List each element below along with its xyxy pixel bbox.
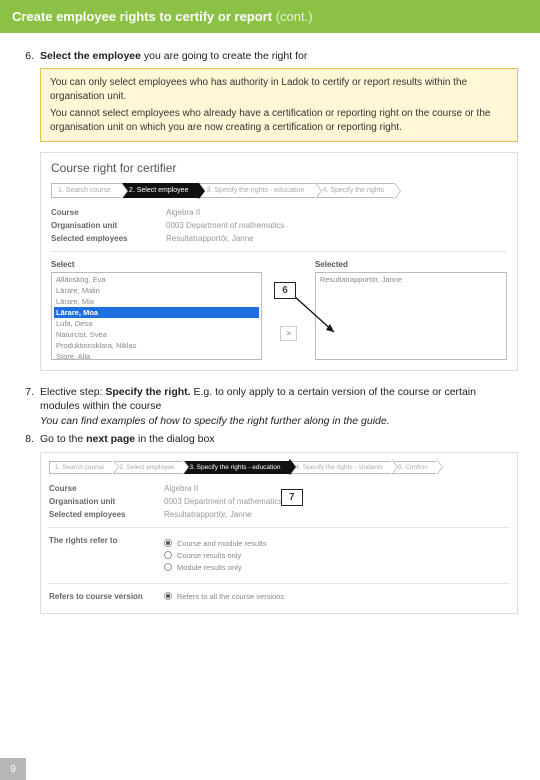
- field-label: Organisation unit: [51, 221, 166, 230]
- list-item[interactable]: Store, Alla: [54, 351, 259, 360]
- field-row: Selected employees Resultatrapportör, Ja…: [51, 234, 507, 243]
- field-row: Organisation unit 0003 Department of mat…: [49, 497, 509, 506]
- list-item[interactable]: Lärare, Moa: [54, 307, 259, 318]
- radio-option[interactable]: Module results only: [164, 563, 267, 572]
- radio-icon: [164, 563, 172, 571]
- field-label: The rights refer to: [49, 536, 164, 545]
- step-number: 8.: [22, 432, 40, 446]
- wizard-step[interactable]: 3. Specify the rights - education: [199, 183, 315, 198]
- radio-option[interactable]: Course results only: [164, 551, 267, 560]
- note-line: You can only select employees who has au…: [50, 76, 508, 103]
- step-bold: Select the employee: [40, 50, 141, 62]
- radio-icon: [164, 551, 172, 559]
- field-value: 0003 Department of mathematics: [166, 221, 284, 230]
- field-row: Organisation unit 0003 Department of mat…: [51, 221, 507, 230]
- dialog-title: Course right for certifier: [51, 161, 507, 175]
- list-title: Selected: [315, 260, 507, 269]
- radio-label: Course results only: [177, 551, 241, 560]
- field-label: Refers to course version: [49, 592, 164, 601]
- radio-option[interactable]: Refers to all the course versions: [164, 592, 284, 601]
- radio-icon: [164, 592, 172, 600]
- screenshot-2: 1. Search course 2. Select employee 3. S…: [40, 452, 518, 614]
- wizard-step[interactable]: 3. Specify the rights - education: [183, 461, 289, 474]
- wizard-step[interactable]: 1. Search course: [49, 461, 113, 474]
- field-row: Selected employees Resultatrapportör, Ja…: [49, 510, 509, 519]
- list-item[interactable]: Naturcist, Svea: [54, 329, 259, 340]
- note-line: You cannot select employees who already …: [50, 107, 508, 134]
- field-label: Selected employees: [49, 510, 164, 519]
- header-subtitle: (cont.): [276, 9, 313, 24]
- radio-label: Refers to all the course versions: [177, 592, 284, 601]
- field-value: Algebra II: [164, 484, 198, 493]
- field-value: 0003 Department of mathematics: [164, 497, 282, 506]
- field-label: Course: [51, 208, 166, 217]
- radio-option[interactable]: Course and module results: [164, 539, 267, 548]
- dual-list: Select Allänskög, Eva Lärare, Malin Lära…: [51, 260, 507, 360]
- wizard-step[interactable]: 2. Select employee: [113, 461, 183, 474]
- wizard-steps: 1. Search course 2. Select employee 3. S…: [51, 183, 507, 198]
- field-row: Course Algebra II: [49, 484, 509, 493]
- callout-7: 7: [281, 489, 303, 506]
- divider: [49, 583, 509, 584]
- wizard-step[interactable]: 5. Confirm: [392, 461, 437, 474]
- field-value: Resultatrapportör, Janne: [166, 234, 254, 243]
- field-value: Resultatrapportör, Janne: [164, 510, 252, 519]
- step-number: 6.: [22, 49, 40, 63]
- page-number: 9: [0, 758, 26, 780]
- list-item[interactable]: Lufa, Desa: [54, 318, 259, 329]
- wizard-step[interactable]: 4. Specify the rights - students: [290, 461, 392, 474]
- step-text: Elective step: Specify the right. E.g. t…: [40, 385, 518, 428]
- step-italic: You can find examples of how to specify …: [40, 415, 390, 427]
- step-bold: Specify the right.: [105, 386, 190, 398]
- list-item[interactable]: Produktionsklara, Niklas: [54, 340, 259, 351]
- step-rest: you are going to create the right for: [141, 50, 307, 62]
- step-bold: next page: [86, 433, 135, 445]
- page-content: 6. Select the employee you are going to …: [0, 33, 540, 614]
- step-6: 6. Select the employee you are going to …: [22, 49, 518, 63]
- wizard-step[interactable]: 1. Search course: [51, 183, 122, 198]
- wizard-steps: 1. Search course 2. Select employee 3. S…: [49, 461, 509, 474]
- list-title: Select: [51, 260, 262, 269]
- field-value: Algebra II: [166, 208, 200, 217]
- list-item[interactable]: Lärare, Malin: [54, 285, 259, 296]
- step-8: 8. Go to the next page in the dialog box: [22, 432, 518, 446]
- radio-group: Course and module results Course results…: [164, 536, 267, 575]
- page-header: Create employee rights to certify or rep…: [0, 0, 540, 33]
- wizard-step[interactable]: 2. Select employee: [122, 183, 200, 198]
- radio-label: Module results only: [177, 563, 242, 572]
- field-row: Course Algebra II: [51, 208, 507, 217]
- screenshot-1: Course right for certifier 1. Search cou…: [40, 152, 518, 371]
- step-7: 7. Elective step: Specify the right. E.g…: [22, 385, 518, 428]
- divider: [49, 527, 509, 528]
- field-row: The rights refer to Course and module re…: [49, 536, 509, 575]
- divider: [51, 251, 507, 252]
- callout-6: 6: [274, 282, 296, 299]
- field-label: Organisation unit: [49, 497, 164, 506]
- step-rest: in the dialog box: [135, 433, 214, 445]
- step-number: 7.: [22, 385, 40, 428]
- radio-icon: [164, 539, 172, 547]
- header-title: Create employee rights to certify or rep…: [12, 9, 272, 24]
- select-listbox[interactable]: Allänskög, Eva Lärare, Malin Lärare, Mia…: [51, 272, 262, 360]
- list-item[interactable]: Allänskög, Eva: [54, 274, 259, 285]
- step-pre: Elective step:: [40, 386, 105, 398]
- wizard-step[interactable]: 4. Specify the rights: [316, 183, 395, 198]
- list-item[interactable]: Lärare, Mia: [54, 296, 259, 307]
- field-label: Selected employees: [51, 234, 166, 243]
- step-pre: Go to the: [40, 433, 86, 445]
- field-label: Course: [49, 484, 164, 493]
- step-text: Go to the next page in the dialog box: [40, 432, 518, 446]
- field-row: Refers to course version Refers to all t…: [49, 592, 509, 601]
- radio-label: Course and module results: [177, 539, 267, 548]
- step-text: Select the employee you are going to cre…: [40, 49, 518, 63]
- info-note: You can only select employees who has au…: [40, 68, 518, 142]
